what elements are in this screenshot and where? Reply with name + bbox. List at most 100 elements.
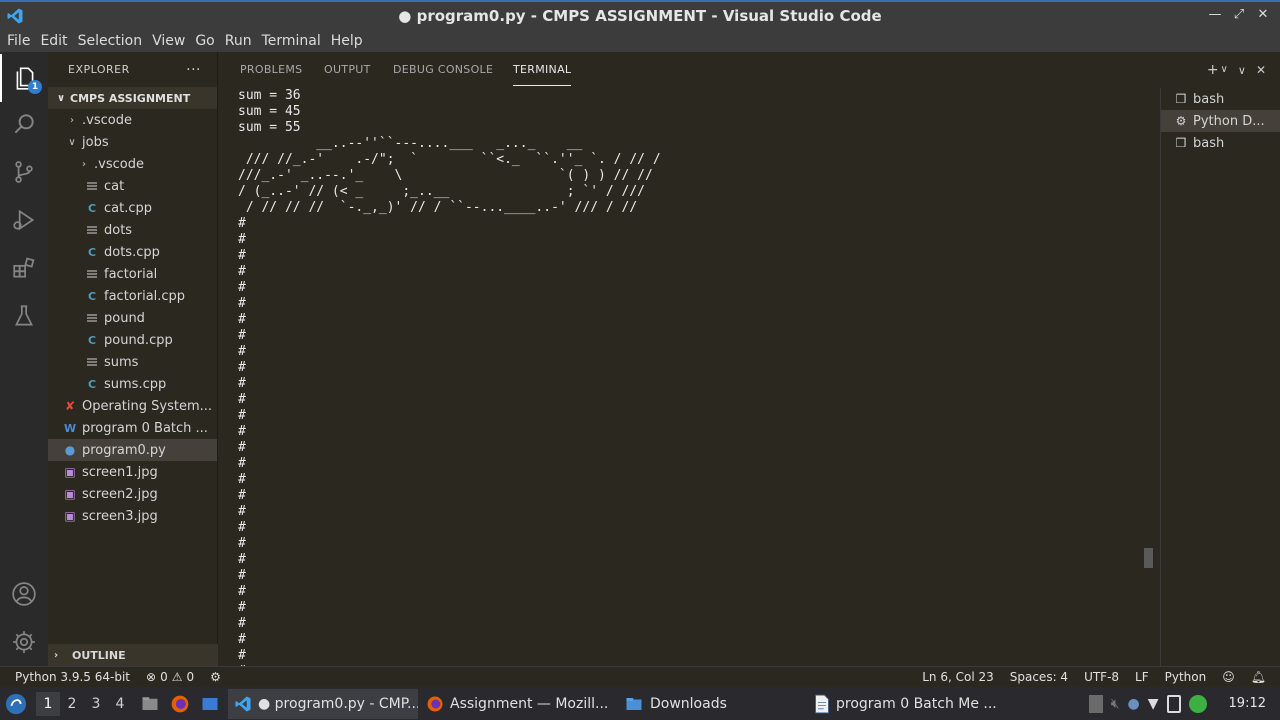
close-panel-icon[interactable]: ✕ [1256, 63, 1266, 78]
notifications-icon[interactable]: 🔔︎ [1243, 670, 1280, 684]
menu-help[interactable]: Help [326, 33, 368, 49]
python-interpreter[interactable]: Python 3.9.5 64-bit [0, 670, 138, 684]
tab-debug-console[interactable]: DEBUG CONSOLE [393, 63, 493, 76]
explorer-item[interactable]: ● program0.py [48, 439, 217, 461]
explorer-item[interactable]: sums [48, 351, 217, 373]
search-activity-button[interactable] [0, 100, 48, 148]
explorer-item[interactable]: Wprogram 0 Batch ... [48, 417, 217, 439]
minimize-icon[interactable]: — [1208, 6, 1222, 24]
manage-activity-button[interactable] [0, 618, 48, 666]
explorer-item[interactable]: dots [48, 219, 217, 241]
terminal-output[interactable]: sum = 36 sum = 45 sum = 55 __..--''``---..… [218, 88, 1160, 666]
new-terminal-icon[interactable]: + [1207, 62, 1219, 78]
language-mode[interactable]: Python [1157, 670, 1215, 684]
menu-selection[interactable]: Selection [73, 33, 148, 49]
power-manager-icon[interactable] [1188, 694, 1207, 713]
explorer-sidebar: EXPLORER ··· ∨ CMPS ASSIGNMENT › .vscode ∨… [48, 52, 218, 666]
menu-file[interactable]: File [2, 33, 35, 49]
terminal-instance[interactable]: ❒ bash [1161, 88, 1280, 110]
tab-output[interactable]: OUTPUT [324, 63, 371, 76]
task-vscode[interactable]: ● program0.py - CMP... [228, 688, 418, 719]
explorer-item[interactable]: pound [48, 307, 217, 329]
terminal-scrollbar[interactable] [1144, 548, 1153, 568]
outline-label: OUTLINE [72, 648, 126, 662]
explorer-item[interactable]: ▣ screen2.jpg [48, 483, 217, 505]
firefox-launcher-icon[interactable] [168, 692, 192, 716]
menu-run[interactable]: Run [220, 33, 257, 49]
cpp-file-icon: C [87, 333, 97, 347]
collapse-panel-icon[interactable]: ∨ [1238, 64, 1246, 78]
encoding[interactable]: UTF-8 [1076, 670, 1127, 684]
workspace-2[interactable]: 2 [60, 692, 84, 716]
cursor-position[interactable]: Ln 6, Col 23 [914, 670, 1002, 684]
terminal-line: sum = 36 [238, 88, 301, 103]
explorer-item[interactable]: Cfactorial.cpp [48, 285, 217, 307]
terminal-icon: ❒ [1175, 136, 1187, 150]
task-downloads[interactable]: Downloads [618, 689, 738, 719]
explorer-item[interactable]: factorial [48, 263, 217, 285]
terminal-line: # [238, 600, 246, 615]
menu-go[interactable]: Go [190, 33, 219, 49]
task-document[interactable]: program 0 Batch Me ... [808, 689, 998, 719]
explorer-item[interactable]: ✘ Operating System... [48, 395, 217, 417]
extensions-activity-button[interactable] [0, 244, 48, 292]
volume-muted-icon[interactable]: 🔇︎ [1111, 696, 1120, 712]
end-of-line[interactable]: LF [1127, 670, 1157, 684]
menu-terminal[interactable]: Terminal [257, 33, 326, 49]
terminal-instance[interactable]: ⚙ Python D... [1161, 110, 1280, 132]
file-manager-icon[interactable] [138, 692, 162, 716]
close-icon[interactable]: ✕ [1256, 6, 1270, 24]
explorer-activity-button[interactable]: 1 [0, 54, 48, 102]
panel-actions: + ∨ ∨ ✕ [1207, 62, 1266, 78]
terminal-line: sum = 55 [238, 120, 301, 135]
terminal-line: __..--''``---....___ _..._ __ [238, 136, 583, 151]
clipboard-icon[interactable] [1166, 694, 1181, 713]
more-actions-icon[interactable]: ··· [186, 62, 201, 78]
workspace-3[interactable]: 3 [84, 692, 108, 716]
workspace-1[interactable]: 1 [36, 691, 60, 716]
debug-status-icon[interactable]: ⚙ [202, 670, 229, 684]
network-icon[interactable]: ▼ [1148, 696, 1159, 712]
chevron-down-icon[interactable]: ∨ [1221, 64, 1228, 78]
explorer-item-label: pound [104, 310, 145, 326]
explorer-item[interactable]: Cdots.cpp [48, 241, 217, 263]
explorer-item[interactable]: Csums.cpp [48, 373, 217, 395]
removable-drive-icon[interactable] [1088, 694, 1103, 713]
image-file-icon: ▣ [64, 465, 76, 479]
window-title: ● program0.py - CMPS ASSIGNMENT - Visual… [398, 7, 882, 25]
outline-section[interactable]: › OUTLINE [48, 644, 218, 666]
explorer-item[interactable]: cat [48, 175, 217, 197]
explorer-item-label: screen2.jpg [82, 486, 158, 502]
workspace-root[interactable]: ∨ CMPS ASSIGNMENT [48, 87, 217, 109]
terminal-instance[interactable]: ❒ bash [1161, 132, 1280, 154]
workspace-4[interactable]: 4 [108, 692, 132, 716]
feedback-icon[interactable]: ☺ [1214, 670, 1243, 684]
problems-indicator[interactable]: ⊗ 0 ⚠ 0 [138, 670, 202, 684]
explorer-item[interactable]: ▣ screen1.jpg [48, 461, 217, 483]
testing-activity-button[interactable] [0, 292, 48, 340]
task-firefox[interactable]: Assignment — Mozill... [420, 689, 616, 719]
run-debug-activity-button[interactable] [0, 196, 48, 244]
terminal-instance-label: bash [1193, 135, 1225, 151]
clock[interactable]: 19:12 [1229, 696, 1266, 711]
explorer-item[interactable]: ∨ jobs [48, 131, 217, 153]
explorer-item-label: dots.cpp [104, 244, 160, 260]
update-notifier-icon[interactable]: ● [1128, 696, 1140, 712]
terminal-line: # [238, 328, 246, 343]
menu-edit[interactable]: Edit [35, 33, 72, 49]
warning-icon: ⚠ [171, 670, 183, 684]
explorer-item[interactable]: Cpound.cpp [48, 329, 217, 351]
indentation[interactable]: Spaces: 4 [1002, 670, 1076, 684]
accounts-activity-button[interactable] [0, 570, 48, 618]
tab-terminal[interactable]: TERMINAL [513, 63, 572, 86]
explorer-item[interactable]: ▣ screen3.jpg [48, 505, 217, 527]
desktop-icon[interactable] [198, 692, 222, 716]
explorer-item[interactable]: › .vscode [48, 109, 217, 131]
tab-problems[interactable]: PROBLEMS [240, 63, 302, 76]
maximize-icon[interactable]: ⤢ [1232, 6, 1246, 24]
explorer-item[interactable]: Ccat.cpp [48, 197, 217, 219]
explorer-item[interactable]: › .vscode [48, 153, 217, 175]
start-menu-icon[interactable] [4, 692, 28, 716]
menu-view[interactable]: View [147, 33, 190, 49]
source-control-activity-button[interactable] [0, 148, 48, 196]
